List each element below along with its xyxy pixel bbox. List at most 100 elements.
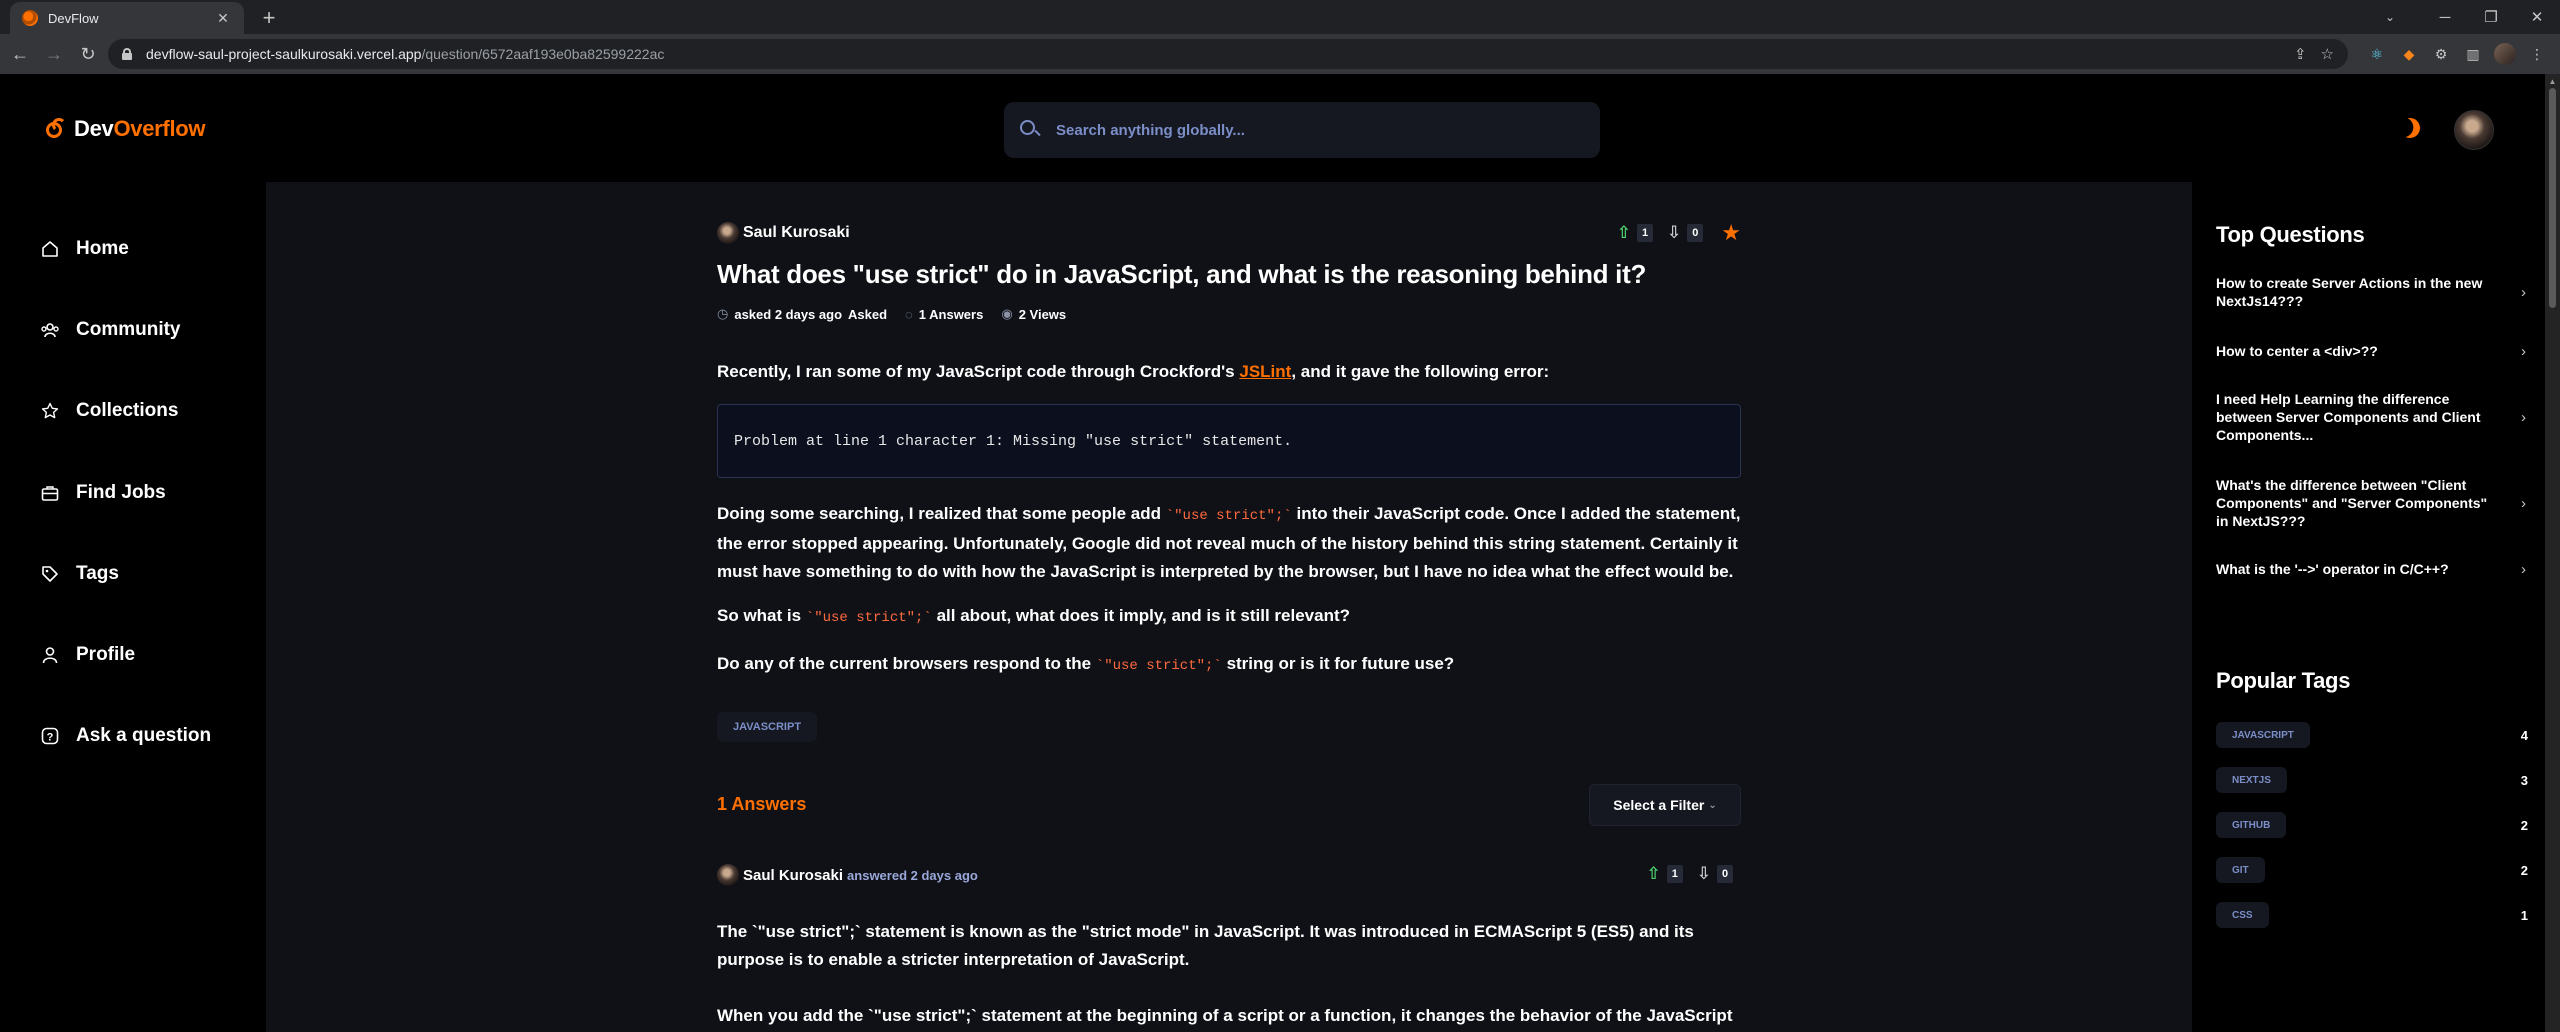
popular-tag-item[interactable]: JAVASCRIPT 4	[2216, 722, 2528, 748]
extensions-area: ⚛ ◆ ⚙ ▥ ⋮	[2366, 39, 2548, 69]
address-bar[interactable]: devflow-saul-project-saulkurosaki.vercel…	[108, 39, 2348, 69]
chevron-down-icon: ⌄	[1708, 799, 1717, 811]
metamask-icon[interactable]: ◆	[2398, 43, 2420, 65]
logo-text: DevOverflow	[74, 116, 206, 141]
sidebar-item-ask-question[interactable]: ? Ask a question	[40, 721, 211, 751]
filter-label: Select a Filter	[1613, 797, 1705, 813]
popular-tag-item[interactable]: CSS 1	[2216, 902, 2528, 928]
browser-tabstrip: DevFlow ✕ + ⌄ ─ ❐ ✕	[0, 0, 2560, 34]
question-title: What does "use strict" do in JavaScript,…	[717, 259, 1647, 289]
question-paragraph-1: Recently, I ran some of my JavaScript co…	[717, 362, 1550, 381]
close-tab-icon[interactable]: ✕	[214, 10, 232, 27]
inline-code: `"use strict";`	[1095, 658, 1222, 674]
restore-icon[interactable]: ❐	[2468, 0, 2514, 34]
sidebar-item-label: Find Jobs	[76, 482, 166, 503]
question-paragraph-2: Doing some searching, I realized that so…	[717, 504, 1741, 581]
top-question-item[interactable]: I need Help Learning the difference betw…	[2216, 390, 2526, 444]
popular-tag-item[interactable]: GIT 2	[2216, 857, 2528, 883]
upvote-count: 1	[1637, 224, 1654, 242]
side-panel-icon[interactable]: ▥	[2462, 43, 2484, 65]
metric-asked: ◷ asked 2 days ago Asked	[717, 306, 888, 322]
downvote-count: 0	[1717, 865, 1733, 883]
sidebar-item-home[interactable]: Home	[40, 234, 129, 264]
sidebar-item-label: Ask a question	[76, 725, 212, 746]
url-host: devflow-saul-project-saulkurosaki.vercel…	[146, 46, 422, 62]
logo[interactable]: DevOverflow	[46, 116, 206, 142]
answers-count: 1 Answers	[717, 794, 807, 814]
downvote-arrow-icon[interactable]: ⇩	[1667, 223, 1681, 243]
question-tag[interactable]: JAVASCRIPT	[717, 712, 818, 742]
top-question-item[interactable]: How to center a <div>?? ›	[2216, 342, 2526, 360]
devoverflow-logo-icon	[46, 118, 68, 140]
question-author[interactable]: Saul Kurosaki	[717, 222, 850, 244]
answer-paragraph-1: The `"use strict";` statement is known a…	[717, 922, 1694, 969]
top-question-item[interactable]: How to create Server Actions in the new …	[2216, 274, 2526, 310]
browser-menu-icon[interactable]: ⋮	[2526, 43, 2548, 65]
share-icon[interactable]: ⇪	[2294, 45, 2307, 63]
upvote-arrow-icon[interactable]: ⇧	[1647, 864, 1661, 884]
omnibox-actions: ⇪ ☆	[2294, 39, 2334, 69]
profile-avatar-icon[interactable]	[2494, 43, 2516, 65]
answer-meta: answered 2 days ago	[847, 867, 978, 883]
moon-theme-icon[interactable]	[2397, 115, 2423, 141]
chevron-right-icon: ›	[2521, 408, 2526, 426]
devflow-favicon-icon	[22, 10, 38, 26]
question-paragraph-4: Do any of the current browsers respond t…	[717, 654, 1455, 674]
sidebar-item-label: Collections	[76, 400, 179, 421]
react-devtools-icon[interactable]: ⚛	[2366, 43, 2388, 65]
close-window-icon[interactable]: ✕	[2514, 0, 2560, 34]
browser-tab[interactable]: DevFlow ✕	[10, 2, 244, 34]
sidebar-item-tags[interactable]: Tags	[40, 559, 119, 589]
bookmark-star-icon[interactable]: ☆	[2321, 45, 2334, 63]
url-path: /question/6572aaf193e0ba82599222ac	[421, 46, 665, 62]
window-controls: ─ ❐ ✕	[2422, 0, 2560, 34]
top-question-item[interactable]: What's the difference between "Client Co…	[2216, 476, 2526, 530]
tab-search-chevron-icon[interactable]: ⌄	[2370, 0, 2410, 34]
author-name: Saul Kurosaki	[743, 224, 850, 241]
suitcase-icon	[40, 483, 60, 503]
scroll-up-arrow-icon[interactable]: ▲	[2545, 74, 2560, 88]
chevron-right-icon: ›	[2521, 494, 2526, 512]
jslint-link[interactable]: JSLint	[1239, 362, 1291, 381]
users-icon	[40, 320, 60, 340]
message-icon: ◌	[905, 306, 913, 322]
upvote-arrow-icon[interactable]: ⇧	[1617, 223, 1631, 243]
metric-answers: ◌ 1 Answers	[905, 306, 984, 322]
main-content: Saul Kurosaki ⇧ 1 ⇩ 0 ★ What does "use s…	[266, 182, 2192, 1032]
scrollbar-thumb[interactable]	[2549, 88, 2556, 308]
top-questions-title: Top Questions	[2216, 222, 2365, 247]
answer-author[interactable]: Saul Kurosaki answered 2 days ago	[717, 864, 978, 886]
answer-author-name: Saul Kurosaki	[743, 866, 844, 884]
question-votes: ⇧ 1 ⇩ 0 ★	[1617, 220, 1741, 246]
forward-icon[interactable]: →	[40, 40, 68, 68]
inline-code: `"use strict";`	[805, 610, 932, 626]
chevron-right-icon: ›	[2521, 342, 2526, 360]
sidebar-item-collections[interactable]: Collections	[40, 396, 178, 426]
answer-filter-select[interactable]: Select a Filter ⌄	[1589, 784, 1741, 826]
save-star-icon[interactable]: ★	[1721, 220, 1741, 246]
sidebar-item-community[interactable]: Community	[40, 315, 181, 345]
top-question-item[interactable]: What is the '-->' operator in C/C++? ›	[2216, 560, 2526, 578]
popular-tag-item[interactable]: GITHUB 2	[2216, 812, 2528, 838]
downvote-count: 0	[1687, 224, 1704, 242]
svg-text:?: ?	[47, 732, 54, 744]
reload-icon[interactable]: ↻	[74, 40, 102, 68]
back-icon[interactable]: ←	[6, 40, 34, 68]
user-avatar[interactable]	[2454, 110, 2494, 150]
left-sidebar: Home Community Collections Find Jobs Tag…	[0, 182, 266, 1032]
sidebar-item-label: Home	[76, 238, 129, 259]
minimize-icon[interactable]: ─	[2422, 0, 2468, 34]
lock-icon[interactable]	[122, 48, 132, 60]
tab-title: DevFlow	[48, 10, 99, 26]
sidebar-item-find-jobs[interactable]: Find Jobs	[40, 478, 166, 508]
user-icon	[40, 645, 60, 665]
new-tab-button[interactable]: +	[256, 6, 282, 32]
extensions-puzzle-icon[interactable]: ⚙	[2430, 43, 2452, 65]
popular-tag-item[interactable]: NEXTJS 3	[2216, 767, 2528, 793]
global-search[interactable]	[1004, 102, 1600, 158]
sidebar-item-profile[interactable]: Profile	[40, 640, 135, 670]
downvote-arrow-icon[interactable]: ⇩	[1697, 864, 1711, 884]
chevron-right-icon: ›	[2521, 283, 2526, 301]
upvote-count: 1	[1666, 865, 1683, 883]
global-search-input[interactable]	[1056, 121, 1556, 139]
